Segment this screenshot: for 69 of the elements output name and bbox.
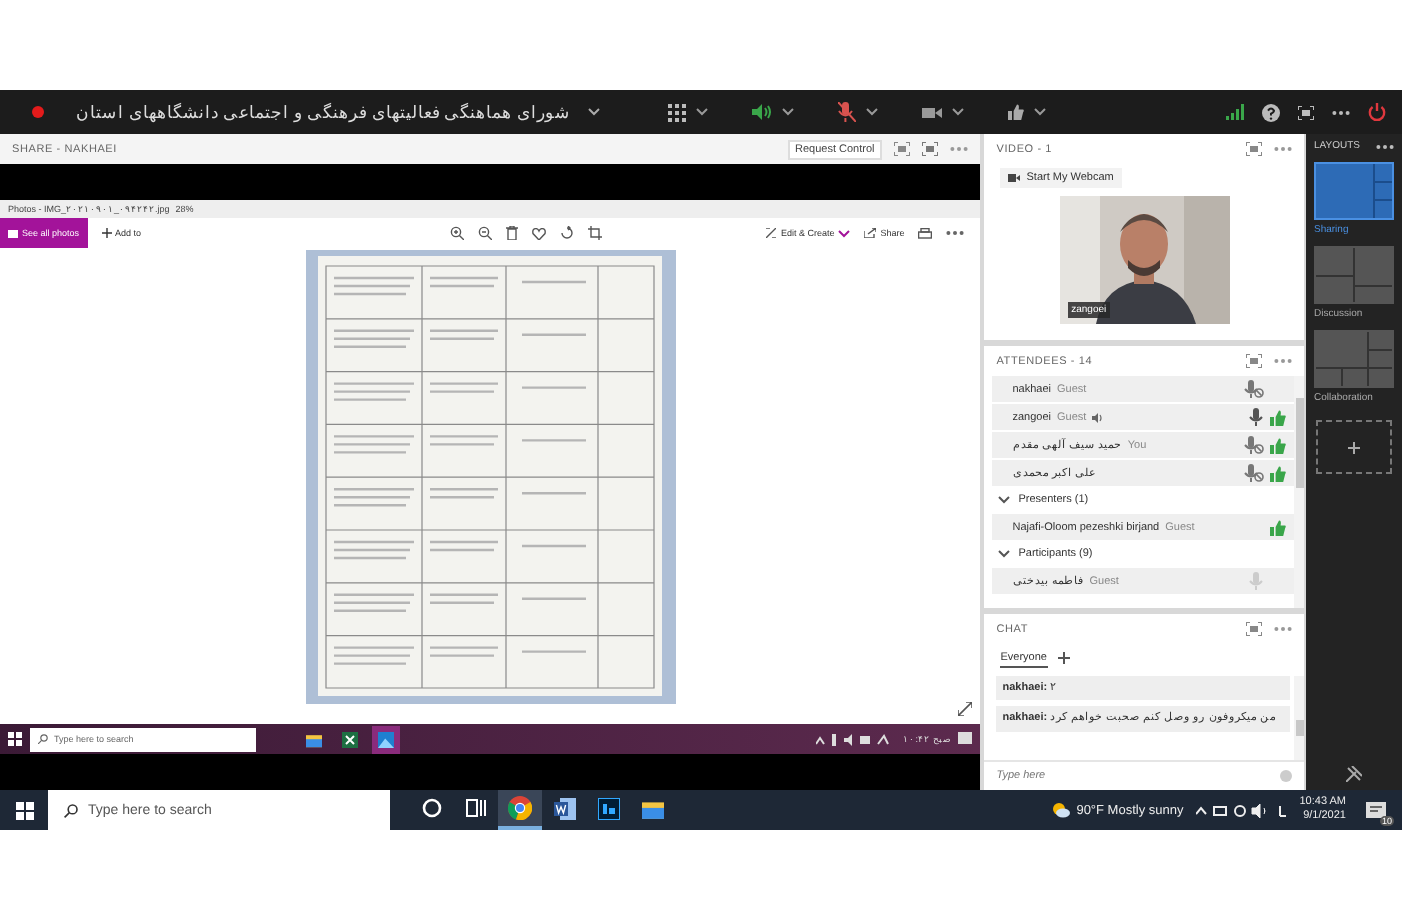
notification-icon[interactable] — [958, 732, 973, 746]
more-icon[interactable] — [1376, 143, 1394, 149]
crop-icon[interactable] — [587, 226, 602, 240]
speaker-icon[interactable] — [751, 104, 772, 120]
photo-app-icon — [378, 731, 394, 747]
scrollbar[interactable] — [1294, 376, 1304, 608]
signal-icon — [1226, 104, 1244, 120]
share-icon — [864, 228, 877, 238]
muted-microphone-icon[interactable] — [837, 102, 856, 122]
notification-icon[interactable] — [1366, 801, 1386, 819]
layout-thumbnail[interactable] — [1314, 330, 1394, 388]
fullscreen-icon[interactable] — [922, 142, 939, 156]
edit-icon — [766, 228, 777, 238]
camera-icon[interactable] — [921, 105, 942, 119]
power-icon[interactable] — [1368, 102, 1386, 122]
more-icon[interactable] — [1332, 109, 1350, 115]
window-title: شورای هماهنگی فعالیتهای فرهنگی و اجتماعی دانشگاههای استان — [76, 102, 572, 122]
caret-icon — [838, 229, 851, 237]
caret-icon — [587, 108, 600, 116]
circle-icon — [422, 798, 442, 818]
thumbs-up-icon[interactable] — [1007, 104, 1024, 120]
folder-icon — [306, 731, 322, 747]
caret-icon — [865, 108, 878, 116]
thumbs-up-icon[interactable] — [1270, 465, 1286, 481]
muted-microphone-icon[interactable] — [1244, 464, 1264, 482]
zoom-in-icon[interactable] — [449, 226, 464, 240]
muted-microphone-icon[interactable] — [1244, 380, 1264, 398]
layout-thumbnail[interactable] — [1314, 246, 1394, 304]
help-icon[interactable] — [1262, 103, 1280, 121]
photos-icon — [8, 229, 18, 237]
start-icon[interactable] — [8, 732, 22, 746]
rotate-icon[interactable] — [559, 226, 574, 240]
print-icon[interactable] — [918, 227, 933, 239]
muted-microphone-icon[interactable] — [1244, 436, 1264, 454]
document-app-icon — [553, 797, 575, 819]
search-icon — [64, 803, 78, 817]
thumbs-up-icon[interactable] — [1270, 409, 1286, 425]
thumbs-up-icon[interactable] — [1270, 437, 1286, 453]
add-tab-icon[interactable] — [1057, 652, 1069, 664]
tray-icons-drawing — [1195, 803, 1288, 817]
layout-thumbnail[interactable] — [1314, 162, 1394, 220]
caret-icon — [695, 108, 708, 116]
caret-icon — [1033, 108, 1046, 116]
zoom-out-icon[interactable] — [477, 226, 492, 240]
taskbar-app[interactable] — [372, 725, 400, 753]
plus-icon — [101, 228, 112, 238]
browser-icon — [508, 796, 532, 820]
add-layout-button[interactable] — [1316, 420, 1392, 474]
spreadsheet-app-icon — [342, 731, 358, 747]
expand-icon[interactable] — [958, 702, 973, 716]
thumbs-up-icon[interactable] — [1270, 519, 1286, 535]
heart-icon[interactable] — [531, 227, 546, 239]
caret-icon — [781, 108, 794, 116]
caret-icon — [951, 108, 964, 116]
tools-icon[interactable] — [1346, 766, 1362, 782]
fullscreen-icon[interactable] — [1298, 105, 1314, 119]
plus-icon — [1348, 441, 1360, 453]
camera-icon — [1008, 174, 1021, 182]
image-editor-icon — [597, 797, 619, 819]
windows-icon — [15, 801, 33, 819]
microphone-icon[interactable] — [1248, 408, 1264, 426]
search-icon — [38, 734, 48, 744]
task-view-icon — [466, 798, 486, 818]
folder-icon — [641, 797, 663, 819]
scrollbar[interactable] — [1294, 676, 1304, 760]
weather-icon — [1052, 802, 1071, 818]
more-icon[interactable] — [946, 230, 965, 236]
grid-icon[interactable] — [667, 103, 686, 121]
delete-icon[interactable] — [505, 226, 518, 240]
